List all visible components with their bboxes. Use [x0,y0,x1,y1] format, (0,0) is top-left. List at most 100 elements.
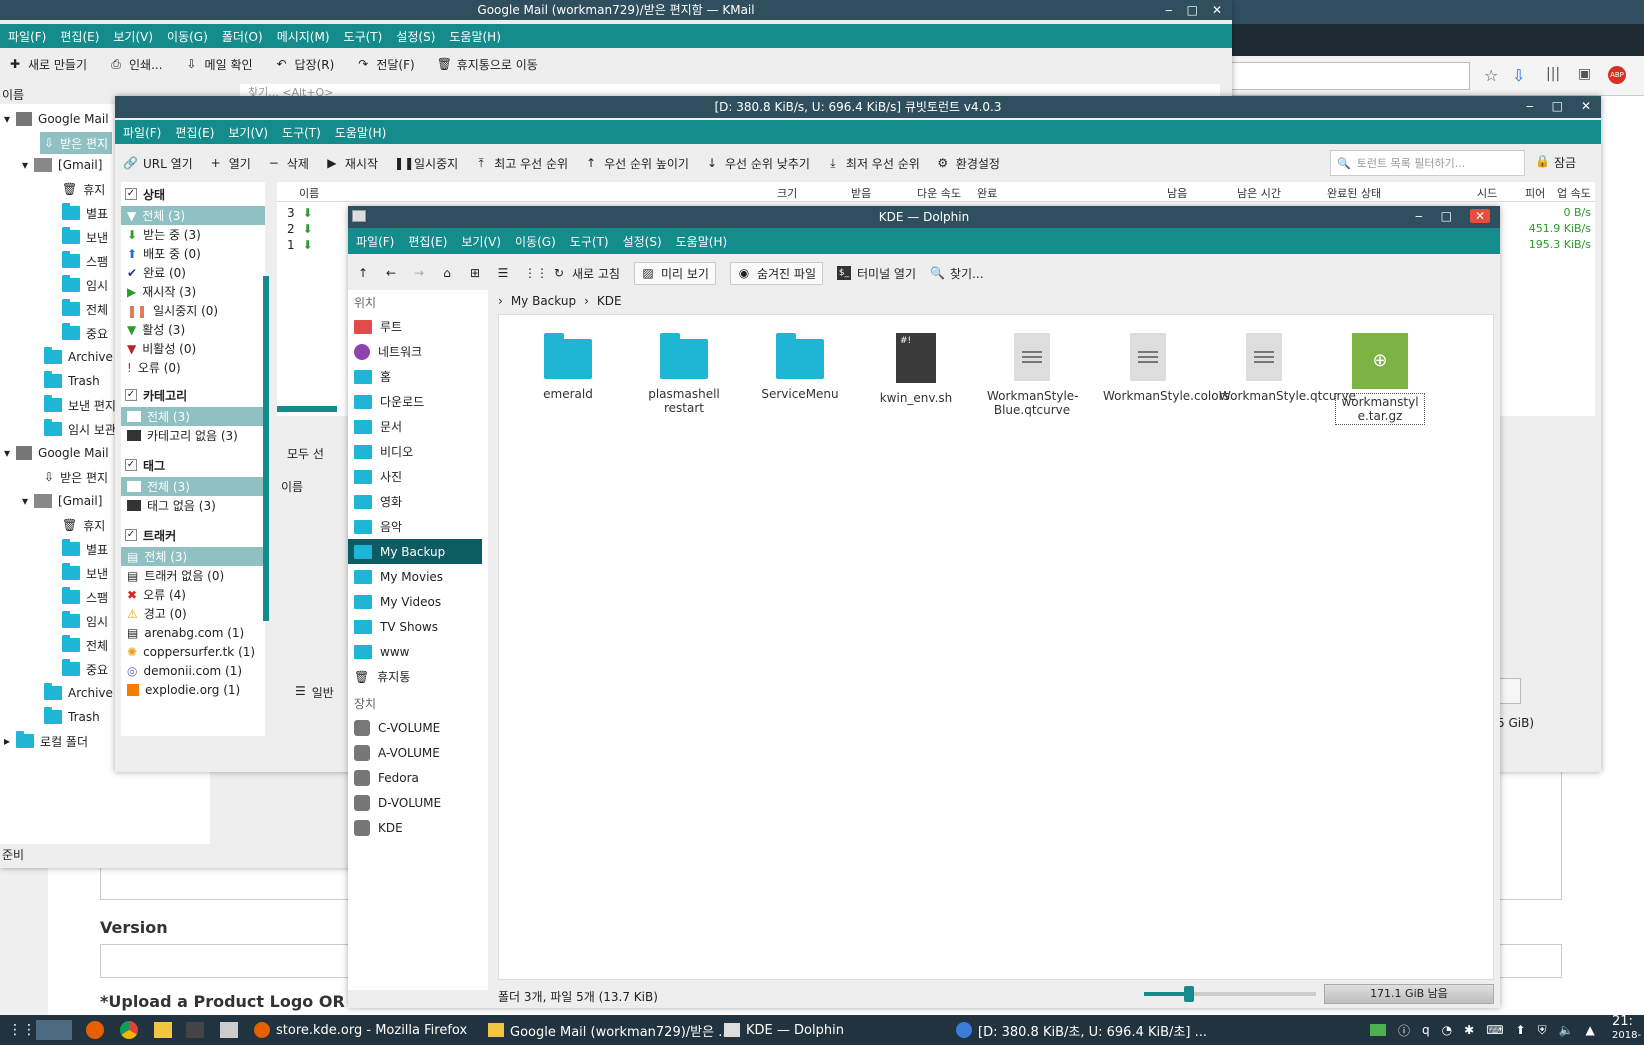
menu-item[interactable]: 편집(E) [175,124,214,141]
menu-item[interactable]: 도구(T) [570,233,609,250]
tag-none[interactable]: 태그 없음 (3) [121,496,265,515]
tree-account[interactable]: ▾ Google Mail [4,108,109,130]
tracker-none[interactable]: ▤ 트래커 없음 (0) [121,566,265,585]
top-priority-button[interactable]: ⤒ 최고 우선 순위 [474,155,569,172]
tracker-item[interactable]: explodie.org (1) [121,680,265,699]
tray-updates-icon[interactable]: ⬆ [1516,1023,1526,1037]
tree-inbox[interactable]: ⇩ 받은 편지 [44,466,108,488]
place-my-backup[interactable]: My Backup [348,539,482,564]
tree-inbox[interactable]: ⇩ 받은 편지 [40,132,113,154]
column-header[interactable]: 완료 [977,185,997,201]
tree-folder[interactable]: 전체 [62,298,108,320]
tree-folder[interactable]: Archive [44,346,113,368]
tree-folder[interactable]: 보낸 [62,226,108,248]
resume-button[interactable]: ▶ 재시작 [325,155,378,172]
place-movies[interactable]: 영화 [348,489,488,514]
tree-folder[interactable]: 🗑 휴지 [62,514,105,536]
maximize-icon[interactable]: □ [1552,99,1563,113]
column-header[interactable]: 완료된 상태 [1327,185,1381,201]
task-qbittorrent[interactable]: [D: 380.8 KiB/초, U: 696.4 KiB/초] ... [956,1015,1207,1045]
minimize-icon[interactable]: ‒ [1526,99,1534,113]
maximize-icon[interactable]: □ [1187,3,1198,17]
tree-folder[interactable]: 🗑 휴지 [62,178,105,200]
tree-folder[interactable]: Archive [44,682,113,704]
close-icon[interactable]: ✕ [1581,99,1591,113]
torrent-list-hscrollbar[interactable] [277,406,337,412]
tracker-error[interactable]: ✖ 오류 (4) [121,585,265,604]
general-tab[interactable]: ☰ 일반 [295,684,334,701]
tree-account[interactable]: ▾ Google Mail [4,442,109,464]
menu-item[interactable]: 파일(F) [8,28,46,45]
column-header[interactable]: 피어 [1525,185,1545,201]
tree-folder[interactable]: 임시 [62,274,108,296]
tray-expand-icon[interactable]: ▲ [1586,1023,1595,1037]
reply-button[interactable]: ↶ 답장(R) [275,56,335,73]
minimize-icon[interactable]: ‒ [1415,209,1423,223]
menu-item[interactable]: 도움말(H) [449,28,501,45]
table-row[interactable]: 2 ⬇ [287,222,313,236]
torrent-filter-input[interactable]: 🔍 토런트 목록 필터하기... [1330,150,1525,176]
menu-item[interactable]: 이동(G) [515,233,556,250]
place-downloads[interactable]: 다운로드 [348,389,488,414]
menu-item[interactable]: 도움말(H) [335,124,387,141]
tree-folder[interactable]: Trash [44,706,100,728]
menu-item[interactable]: 도움말(H) [676,233,728,250]
zoom-slider-handle[interactable] [1184,986,1194,1002]
delete-button[interactable]: − 삭제 [267,155,309,172]
pause-button[interactable]: ❚❚ 일시중지 [394,155,458,172]
column-header[interactable]: 업 속도 [1557,185,1591,201]
place-documents[interactable]: 문서 [348,414,488,439]
breadcrumb-item[interactable]: My Backup [511,294,576,308]
compact-view-icon[interactable]: ⋮⋮ [524,266,548,280]
tree-folder[interactable]: 스팸 [62,586,108,608]
task-dolphin[interactable]: KDE — Dolphin [724,1015,844,1045]
column-header[interactable]: 남은 시간 [1237,185,1281,201]
decrease-priority-button[interactable]: ↓ 우선 순위 낮추기 [705,155,810,172]
task-kmail[interactable]: Google Mail (workman729)/받은 ... [488,1015,731,1045]
app-launcher-icon[interactable]: ⋮⋮ [8,1015,36,1045]
file-item[interactable]: ⊕ workmanstyle.tar.gz [1335,333,1425,425]
tree-folder[interactable]: 별표 [62,538,108,560]
category-all[interactable]: 전체 (3) [121,407,265,426]
maximize-icon[interactable]: □ [1441,209,1452,223]
table-row[interactable]: 3 ⬇ [287,206,313,220]
file-item[interactable]: WorkmanStyle.colors [1103,333,1230,403]
menu-item[interactable]: 이동(G) [167,28,208,45]
up-arrow-icon[interactable]: ↑ [356,266,370,280]
tracker-all[interactable]: ▤ 전체 (3) [121,547,265,566]
open-button[interactable]: + 열기 [209,155,251,172]
library-icon[interactable]: ||| [1546,66,1560,82]
tray-keyboard-icon[interactable]: ⌨ [1486,1023,1503,1037]
menu-item[interactable]: 파일(F) [123,124,161,141]
menu-item[interactable]: 보기(V) [461,233,501,250]
kmail-launcher-icon[interactable] [154,1015,172,1045]
tray-network-icon[interactable]: ◔ [1442,1023,1452,1037]
filter-paused[interactable]: ❚❚ 일시중지 (0) [121,301,265,320]
tree-folder[interactable]: 보낸 편지 [44,394,116,416]
tracker-item[interactable]: ✺ coppersurfer.tk (1) [121,642,265,661]
tracker-warning[interactable]: ⚠ 경고 (0) [121,604,265,623]
menu-item[interactable]: 도구(T) [282,124,321,141]
new-mail-button[interactable]: ✚ 새로 만들기 [8,56,87,73]
place-videos[interactable]: 비디오 [348,439,488,464]
place-pictures[interactable]: 사진 [348,464,488,489]
device-item[interactable]: KDE [348,815,488,840]
place-music[interactable]: 음악 [348,514,488,539]
tree-folder[interactable]: 별표 [62,202,108,224]
tag-all[interactable]: 전체 (3) [121,477,265,496]
sidebar-icon[interactable]: ▣ [1578,66,1591,82]
open-terminal-button[interactable]: $_ 터미널 열기 [836,265,916,282]
tray-security-icon[interactable]: ⛨ [1538,1023,1547,1038]
clock[interactable]: 21: 2018-0 [1612,1015,1644,1057]
find-button[interactable]: 🔍 찾기... [930,265,984,282]
filter-active[interactable]: ▼ 활성 (3) [121,320,265,339]
tree-folder[interactable]: 보낸 [62,562,108,584]
column-header[interactable]: 시드 [1477,185,1497,201]
column-header[interactable]: 남음 [1167,185,1187,201]
increase-priority-button[interactable]: ↑ 우선 순위 높이기 [584,155,689,172]
place-root[interactable]: 루트 [348,314,488,339]
pager[interactable] [36,1015,72,1045]
place-trash[interactable]: 🗑 휴지통 [348,664,488,689]
open-url-button[interactable]: 🔗 URL 열기 [123,155,193,172]
bookmark-star-icon[interactable]: ☆ [1484,66,1498,85]
